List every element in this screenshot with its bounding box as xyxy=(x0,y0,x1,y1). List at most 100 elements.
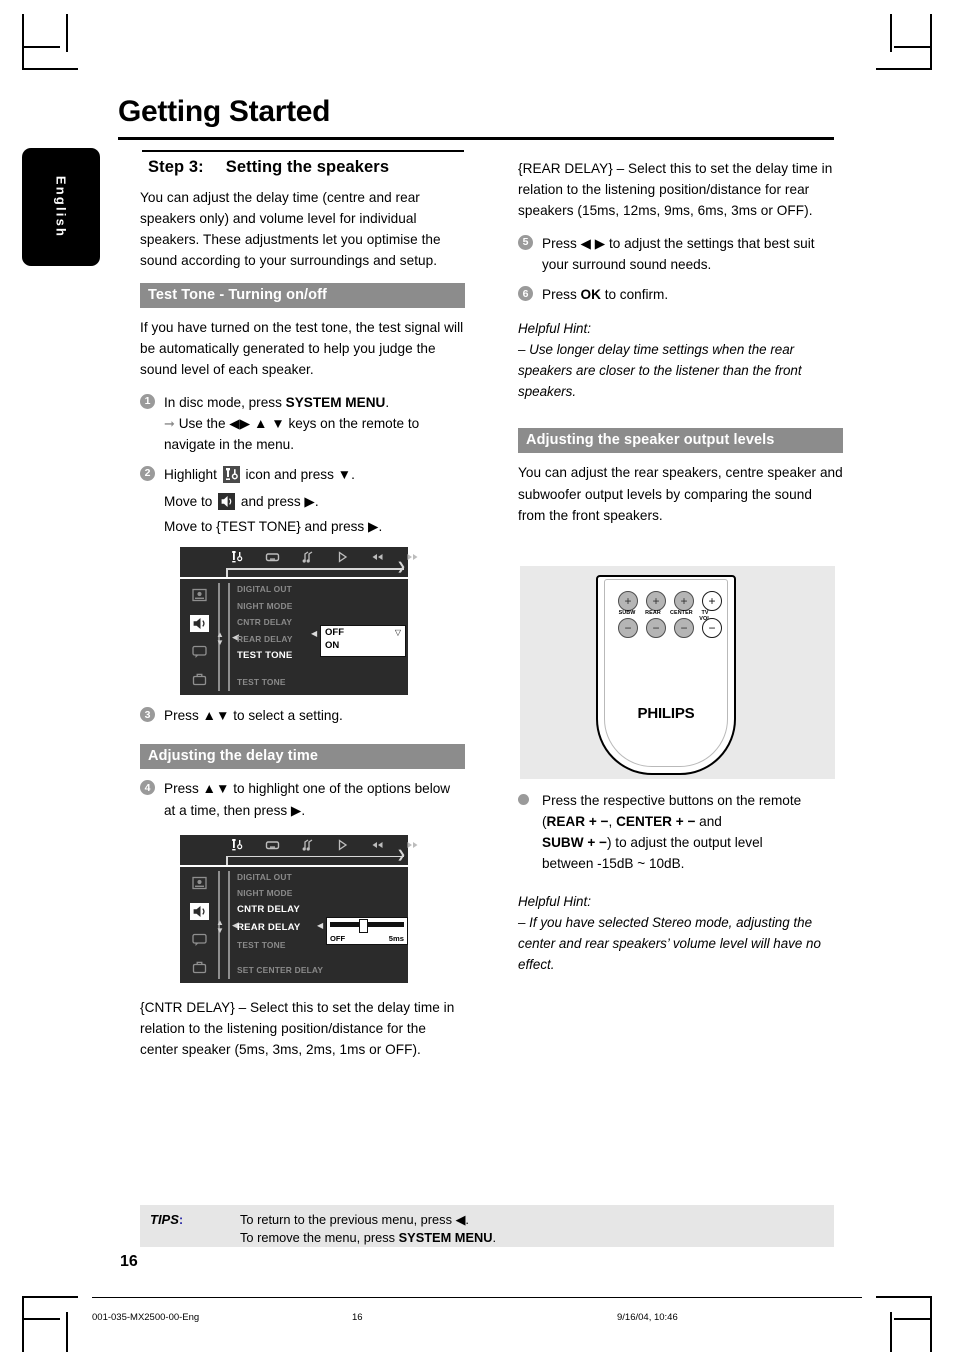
play-icon xyxy=(335,838,350,852)
osd-footer-hint: SET CENTER DELAY xyxy=(237,964,324,975)
step-2-body: Highlight icon and press ▼. Move to and … xyxy=(164,464,465,537)
step-2-line-a: Highlight icon and press ▼. xyxy=(164,464,465,485)
rewind-icon xyxy=(370,838,385,852)
tips-label: TIPS: xyxy=(150,1212,183,1227)
step-heading-prefix: Step 3: xyxy=(148,157,204,176)
step-6: 6 Press OK to confirm. xyxy=(518,284,843,305)
remote-body: + + + + SUBW REAR CENTER TV VOL − − − − … xyxy=(596,575,736,775)
osd-tab-arrow-icon: ❯ xyxy=(396,848,406,861)
remote-instruction-block: Press the respective buttons on the remo… xyxy=(518,790,843,975)
helpful-hint-1-title: Helpful Hint: xyxy=(518,321,591,337)
step-number: 1 xyxy=(140,393,155,409)
step-number: 5 xyxy=(518,235,533,251)
osd-screenshot-delay: ❯ ▲ ▼ ◀ DIGITAL OUT NIGHT MODE CNTR DELAY xyxy=(180,834,418,983)
step-6-body: Press OK to confirm. xyxy=(542,284,843,305)
subw-plus-button[interactable]: + xyxy=(618,591,638,611)
dropdown-option[interactable]: ON xyxy=(325,640,405,652)
tips-line-2: To remove the menu, press SYSTEM MENU. xyxy=(240,1229,496,1247)
step-1-body: In disc mode, press SYSTEM MENU. ➞ Use t… xyxy=(164,392,465,455)
remote-minus-row: − − − − xyxy=(618,618,722,638)
center-plusminus: + − xyxy=(675,814,696,830)
dropdown-option[interactable]: OFF xyxy=(325,627,405,639)
plus-icon: + xyxy=(624,594,632,608)
comma-sep: , xyxy=(608,814,617,830)
remote-control-image: + + + + SUBW REAR CENTER TV VOL − − − − … xyxy=(520,566,835,779)
osd-dropdown[interactable]: ▽ OFF ON xyxy=(320,625,406,658)
step-5-body: Press ◀ ▶ to adjust the settings that be… xyxy=(542,236,815,273)
tools-icon xyxy=(230,838,245,852)
osd-menu-item-active[interactable]: CNTR DELAY xyxy=(237,905,402,915)
slider-min-label: OFF xyxy=(330,933,346,943)
audio-icon xyxy=(300,550,315,564)
step-number: 4 xyxy=(140,780,155,796)
osd-main-panel: ▲ ▼ ◀ DIGITAL OUT NIGHT MODE CNTR DELAY R… xyxy=(180,579,408,696)
page-number: 16 xyxy=(120,1253,138,1270)
plus-icon: + xyxy=(680,594,688,608)
tips-line-1-text: To return to the previous menu, press ◀ xyxy=(240,1212,466,1227)
tips-system-menu: SYSTEM MENU xyxy=(398,1230,493,1246)
crop-mark xyxy=(890,1312,892,1352)
slider-left-caret-icon: ◀ xyxy=(317,920,324,930)
tools-icon xyxy=(230,550,245,564)
remote-bullet-item: Press the respective buttons on the remo… xyxy=(518,790,843,874)
rear-plus-button[interactable]: + xyxy=(646,591,666,611)
system-menu-bold: SYSTEM MENU xyxy=(285,394,386,410)
step-2-line-c: Move to {TEST TONE} and press ▶. xyxy=(164,519,383,535)
step-4-body: Press ▲▼ to highlight one of the options… xyxy=(164,781,451,818)
tvvol-plus-button[interactable]: + xyxy=(702,591,722,611)
tips-line-2-post: . xyxy=(492,1230,497,1246)
osd-menu-item[interactable]: NIGHT MODE xyxy=(237,889,402,898)
remote-plus-row: + + + + xyxy=(618,591,722,611)
footer-divider xyxy=(92,1297,862,1298)
tips-word: TIPS xyxy=(150,1212,179,1227)
rewind-icon xyxy=(370,550,385,564)
osd-footer-hint: TEST TONE xyxy=(237,677,286,688)
tips-colon: : xyxy=(178,1212,184,1227)
osd-sidebar xyxy=(184,583,214,695)
subw-minus-button[interactable]: − xyxy=(618,618,638,638)
osd-sidebar xyxy=(184,871,214,983)
speaker-icon xyxy=(218,493,236,511)
scroll-indicator-icon: ▲ ▼ xyxy=(216,630,224,648)
osd-menu-item[interactable]: DIGITAL OUT xyxy=(237,872,402,881)
minus-icon: − xyxy=(652,621,660,635)
crop-mark xyxy=(894,46,932,48)
step-2: 2 Highlight icon and press ▼. Move to an… xyxy=(140,464,465,537)
rear-bold: REAR xyxy=(546,814,586,830)
step-2-line-b: Move to and press ▶. xyxy=(164,491,465,512)
subtitle-icon xyxy=(190,643,209,660)
step-number: 6 xyxy=(518,286,533,302)
helpful-hint-1: Helpful Hint: – Use longer delay time se… xyxy=(518,319,843,402)
osd-menu-item[interactable]: DIGITAL OUT xyxy=(237,585,402,594)
tips-line-2-pre: To remove the menu, press xyxy=(240,1230,399,1246)
page-title: Getting Started xyxy=(118,95,331,128)
step-2b-pre: Move to xyxy=(164,494,217,510)
intro-paragraph: You can adjust the delay time (centre an… xyxy=(140,189,441,268)
crop-mark xyxy=(876,68,932,70)
tips-box: TIPS: To return to the previous menu, pr… xyxy=(140,1205,834,1247)
osd-top-icons xyxy=(230,838,420,852)
center-minus-button[interactable]: − xyxy=(674,618,694,638)
tvvol-minus-button[interactable]: − xyxy=(702,618,722,638)
rear-minus-button[interactable]: − xyxy=(646,618,666,638)
osd-menu-item[interactable]: NIGHT MODE xyxy=(237,601,402,610)
crop-mark xyxy=(22,1318,60,1320)
briefcase-icon xyxy=(190,671,209,688)
osd-delay-slider[interactable]: OFF 5ms xyxy=(326,916,408,945)
osd-divider-2 xyxy=(228,870,230,979)
center-plus-button[interactable]: + xyxy=(674,591,694,611)
crop-mark xyxy=(930,14,932,70)
rear-delay-description: {REAR DELAY} – Select this to set the de… xyxy=(518,161,833,219)
osd-tab-line xyxy=(226,568,404,570)
footer-filename: 001-035-MX2500-00-Eng xyxy=(92,1312,200,1323)
right-column: {REAR DELAY} – Select this to set the de… xyxy=(518,150,843,538)
step-6-post: to confirm. xyxy=(600,287,669,303)
osd-top-icons xyxy=(230,550,420,564)
step-1-pre: In disc mode, press xyxy=(164,394,286,410)
helpful-hint-2-text: – If you have selected Stereo mode, adju… xyxy=(518,915,821,972)
language-tab-label: English xyxy=(53,175,69,239)
slider-knob[interactable] xyxy=(359,918,368,933)
remote-bullet-line-4: between -15dB ~ 10dB. xyxy=(542,856,685,872)
step-heading-text: Setting the speakers xyxy=(225,157,390,176)
bullet-icon xyxy=(518,794,529,805)
